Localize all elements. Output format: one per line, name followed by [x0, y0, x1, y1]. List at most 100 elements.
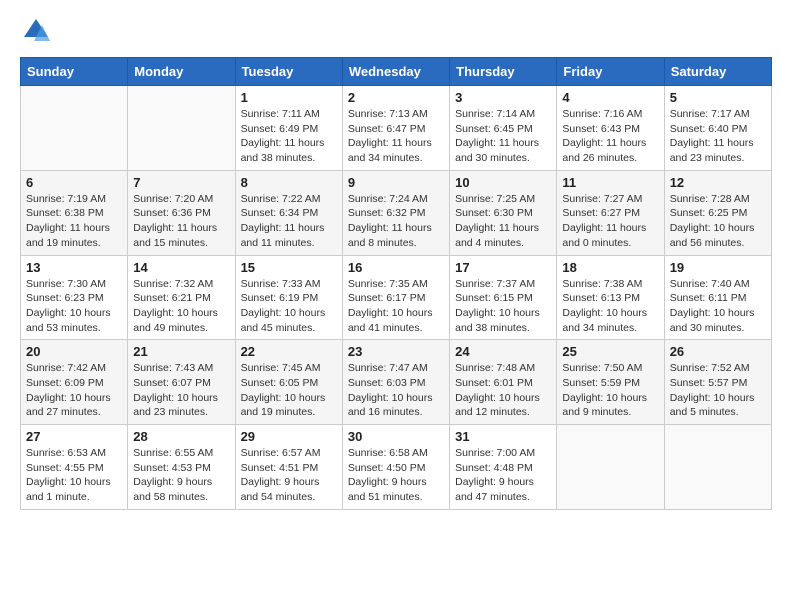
- day-number: 17: [455, 260, 551, 275]
- day-info: Sunrise: 7:11 AMSunset: 6:49 PMDaylight:…: [241, 107, 337, 166]
- calendar-cell: 5 Sunrise: 7:17 AMSunset: 6:40 PMDaylight…: [664, 86, 771, 171]
- day-number: 26: [670, 344, 766, 359]
- weekday-header-tuesday: Tuesday: [235, 58, 342, 86]
- page: SundayMondayTuesdayWednesdayThursdayFrid…: [0, 0, 792, 612]
- week-row-2: 6 Sunrise: 7:19 AMSunset: 6:38 PMDaylight…: [21, 170, 772, 255]
- day-info: Sunrise: 7:24 AMSunset: 6:32 PMDaylight:…: [348, 192, 444, 251]
- day-info: Sunrise: 7:16 AMSunset: 6:43 PMDaylight:…: [562, 107, 658, 166]
- day-number: 16: [348, 260, 444, 275]
- day-info: Sunrise: 6:53 AMSunset: 4:55 PMDaylight:…: [26, 446, 122, 505]
- day-info: Sunrise: 7:30 AMSunset: 6:23 PMDaylight:…: [26, 277, 122, 336]
- calendar-cell: 18 Sunrise: 7:38 AMSunset: 6:13 PMDayligh…: [557, 255, 664, 340]
- day-number: 3: [455, 90, 551, 105]
- day-info: Sunrise: 7:52 AMSunset: 5:57 PMDaylight:…: [670, 361, 766, 420]
- day-number: 4: [562, 90, 658, 105]
- day-number: 13: [26, 260, 122, 275]
- day-number: 19: [670, 260, 766, 275]
- header: [20, 15, 772, 47]
- calendar-cell: 16Sunrise: 7:35 AMSunset: 6:17 PMDayligh…: [342, 255, 449, 340]
- calendar-cell: 22 Sunrise: 7:45 AMSunset: 6:05 PMDayligh…: [235, 340, 342, 425]
- day-number: 10: [455, 175, 551, 190]
- day-number: 1: [241, 90, 337, 105]
- weekday-header-wednesday: Wednesday: [342, 58, 449, 86]
- calendar-cell: 9 Sunrise: 7:24 AMSunset: 6:32 PMDaylight…: [342, 170, 449, 255]
- calendar-cell: 4 Sunrise: 7:16 AMSunset: 6:43 PMDaylight…: [557, 86, 664, 171]
- day-info: Sunrise: 7:50 AMSunset: 5:59 PMDaylight:…: [562, 361, 658, 420]
- weekday-header-thursday: Thursday: [450, 58, 557, 86]
- week-row-3: 13 Sunrise: 7:30 AMSunset: 6:23 PMDayligh…: [21, 255, 772, 340]
- calendar-cell: 26 Sunrise: 7:52 AMSunset: 5:57 PMDayligh…: [664, 340, 771, 425]
- calendar-cell: [557, 425, 664, 510]
- day-info: Sunrise: 7:20 AMSunset: 6:36 PMDaylight:…: [133, 192, 229, 251]
- calendar-cell: 29 Sunrise: 6:57 AMSunset: 4:51 PMDayligh…: [235, 425, 342, 510]
- day-number: 11: [562, 175, 658, 190]
- calendar-cell: 30 Sunrise: 6:58 AMSunset: 4:50 PMDayligh…: [342, 425, 449, 510]
- day-number: 7: [133, 175, 229, 190]
- day-info: Sunrise: 7:37 AMSunset: 6:15 PMDaylight:…: [455, 277, 551, 336]
- calendar-cell: 27 Sunrise: 6:53 AMSunset: 4:55 PMDayligh…: [21, 425, 128, 510]
- calendar-cell: 10Sunrise: 7:25 AMSunset: 6:30 PMDayligh…: [450, 170, 557, 255]
- weekday-header-monday: Monday: [128, 58, 235, 86]
- calendar-cell: 23 Sunrise: 7:47 AMSunset: 6:03 PMDayligh…: [342, 340, 449, 425]
- weekday-header-friday: Friday: [557, 58, 664, 86]
- day-info: Sunrise: 7:33 AMSunset: 6:19 PMDaylight:…: [241, 277, 337, 336]
- day-info: Sunrise: 6:55 AMSunset: 4:53 PMDaylight:…: [133, 446, 229, 505]
- day-info: Sunrise: 7:19 AMSunset: 6:38 PMDaylight:…: [26, 192, 122, 251]
- day-info: Sunrise: 7:38 AMSunset: 6:13 PMDaylight:…: [562, 277, 658, 336]
- day-number: 6: [26, 175, 122, 190]
- calendar-cell: 6 Sunrise: 7:19 AMSunset: 6:38 PMDaylight…: [21, 170, 128, 255]
- day-number: 5: [670, 90, 766, 105]
- day-info: Sunrise: 7:17 AMSunset: 6:40 PMDaylight:…: [670, 107, 766, 166]
- day-info: Sunrise: 7:48 AMSunset: 6:01 PMDaylight:…: [455, 361, 551, 420]
- calendar-cell: 1 Sunrise: 7:11 AMSunset: 6:49 PMDaylight…: [235, 86, 342, 171]
- day-number: 21: [133, 344, 229, 359]
- day-number: 23: [348, 344, 444, 359]
- week-row-5: 27 Sunrise: 6:53 AMSunset: 4:55 PMDayligh…: [21, 425, 772, 510]
- day-info: Sunrise: 7:00 AMSunset: 4:48 PMDaylight:…: [455, 446, 551, 505]
- day-number: 2: [348, 90, 444, 105]
- day-info: Sunrise: 7:32 AMSunset: 6:21 PMDaylight:…: [133, 277, 229, 336]
- calendar-cell: 8 Sunrise: 7:22 AMSunset: 6:34 PMDaylight…: [235, 170, 342, 255]
- day-number: 9: [348, 175, 444, 190]
- day-number: 14: [133, 260, 229, 275]
- day-number: 25: [562, 344, 658, 359]
- day-info: Sunrise: 7:47 AMSunset: 6:03 PMDaylight:…: [348, 361, 444, 420]
- calendar-cell: [128, 86, 235, 171]
- day-number: 30: [348, 429, 444, 444]
- calendar-cell: 15Sunrise: 7:33 AMSunset: 6:19 PMDayligh…: [235, 255, 342, 340]
- day-number: 29: [241, 429, 337, 444]
- calendar-cell: 12 Sunrise: 7:28 AMSunset: 6:25 PMDayligh…: [664, 170, 771, 255]
- day-info: Sunrise: 6:58 AMSunset: 4:50 PMDaylight:…: [348, 446, 444, 505]
- day-info: Sunrise: 7:43 AMSunset: 6:07 PMDaylight:…: [133, 361, 229, 420]
- calendar-cell: 20Sunrise: 7:42 AMSunset: 6:09 PMDayligh…: [21, 340, 128, 425]
- calendar-cell: 28 Sunrise: 6:55 AMSunset: 4:53 PMDayligh…: [128, 425, 235, 510]
- day-info: Sunrise: 7:45 AMSunset: 6:05 PMDaylight:…: [241, 361, 337, 420]
- day-info: Sunrise: 7:22 AMSunset: 6:34 PMDaylight:…: [241, 192, 337, 251]
- day-info: Sunrise: 6:57 AMSunset: 4:51 PMDaylight:…: [241, 446, 337, 505]
- calendar-cell: [664, 425, 771, 510]
- day-number: 18: [562, 260, 658, 275]
- calendar-cell: 31Sunrise: 7:00 AMSunset: 4:48 PMDayligh…: [450, 425, 557, 510]
- calendar-cell: 3 Sunrise: 7:14 AMSunset: 6:45 PMDaylight…: [450, 86, 557, 171]
- day-number: 27: [26, 429, 122, 444]
- calendar-cell: [21, 86, 128, 171]
- calendar-cell: 14 Sunrise: 7:32 AMSunset: 6:21 PMDayligh…: [128, 255, 235, 340]
- calendar-cell: 11 Sunrise: 7:27 AMSunset: 6:27 PMDayligh…: [557, 170, 664, 255]
- day-info: Sunrise: 7:40 AMSunset: 6:11 PMDaylight:…: [670, 277, 766, 336]
- calendar-cell: 17 Sunrise: 7:37 AMSunset: 6:15 PMDayligh…: [450, 255, 557, 340]
- logo: [20, 15, 56, 47]
- day-number: 12: [670, 175, 766, 190]
- weekday-header-row: SundayMondayTuesdayWednesdayThursdayFrid…: [21, 58, 772, 86]
- calendar-cell: 21 Sunrise: 7:43 AMSunset: 6:07 PMDayligh…: [128, 340, 235, 425]
- day-info: Sunrise: 7:14 AMSunset: 6:45 PMDaylight:…: [455, 107, 551, 166]
- weekday-header-saturday: Saturday: [664, 58, 771, 86]
- day-number: 28: [133, 429, 229, 444]
- day-number: 22: [241, 344, 337, 359]
- calendar-cell: 24 Sunrise: 7:48 AMSunset: 6:01 PMDayligh…: [450, 340, 557, 425]
- day-info: Sunrise: 7:42 AMSunset: 6:09 PMDaylight:…: [26, 361, 122, 420]
- day-info: Sunrise: 7:27 AMSunset: 6:27 PMDaylight:…: [562, 192, 658, 251]
- day-info: Sunrise: 7:28 AMSunset: 6:25 PMDaylight:…: [670, 192, 766, 251]
- day-number: 24: [455, 344, 551, 359]
- day-number: 8: [241, 175, 337, 190]
- logo-icon: [20, 15, 52, 47]
